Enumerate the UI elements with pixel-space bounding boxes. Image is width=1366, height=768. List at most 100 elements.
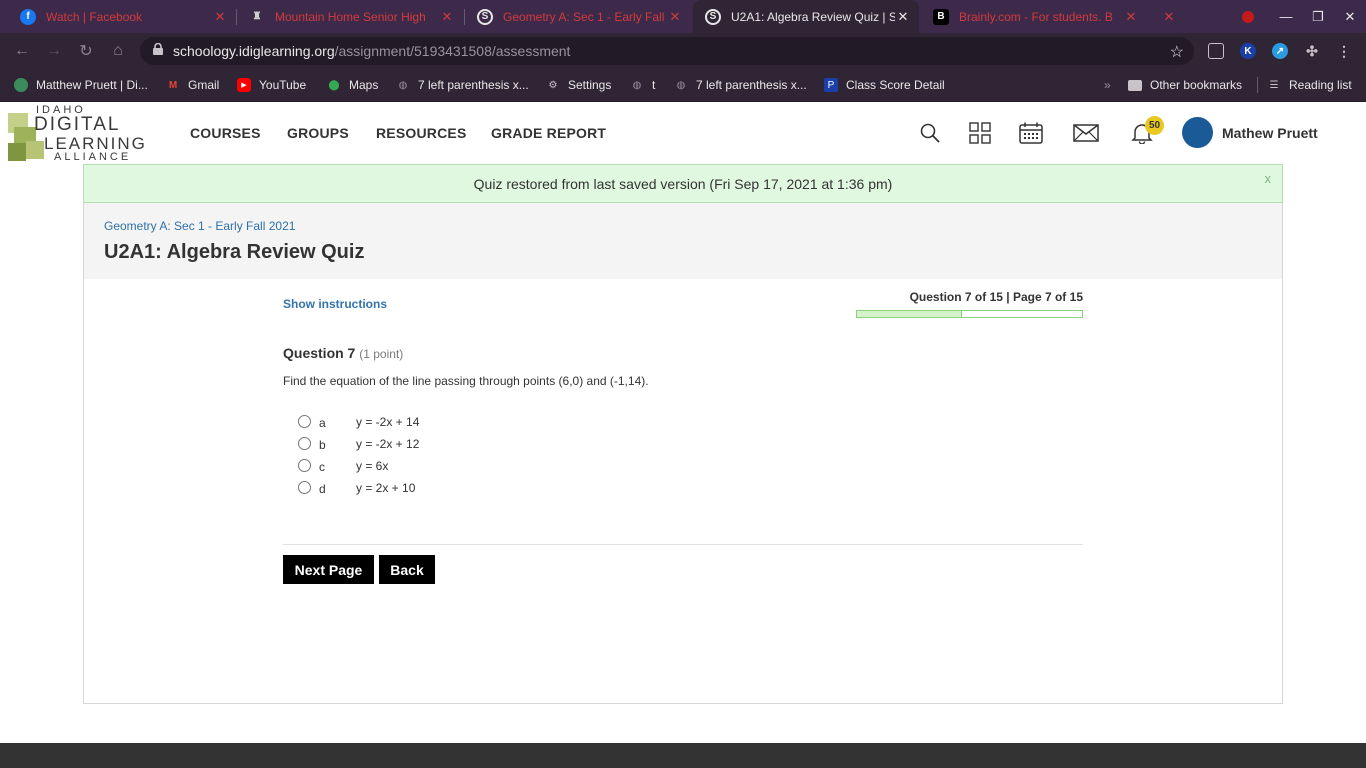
blue-extension-icon[interactable]: ↗ (1272, 43, 1288, 59)
shield-extension-icon[interactable] (1208, 43, 1224, 59)
choice-text[interactable]: y = -2x + 12 (356, 437, 419, 451)
minimize-icon[interactable]: — (1270, 0, 1302, 33)
bookmark-label: YouTube (259, 78, 307, 92)
close-tab-icon[interactable]: ✕ (212, 9, 228, 25)
mail-icon[interactable] (1072, 119, 1100, 147)
maps-icon: ⬤ (328, 79, 340, 91)
tab-title: Geometry A: Sec 1 - Early Fall (503, 9, 665, 24)
url-path: /assignment/5193431508/assessment (334, 43, 571, 59)
menu-kebab-icon[interactable]: ⋮ (1336, 43, 1352, 59)
puzzle-icon[interactable]: ✣ (1304, 43, 1320, 59)
bookmark-item[interactable]: ◍ 7 left parenthesis x... (674, 69, 807, 101)
bookmark-item[interactable]: M Gmail (166, 69, 220, 101)
new-tab-icon[interactable]: ✕ (1153, 0, 1185, 33)
avatar[interactable] (1182, 117, 1213, 148)
quiz-progress-bar (856, 310, 1083, 318)
radio-button[interactable] (298, 415, 311, 428)
tab-brainly[interactable]: B Brainly.com - For students. B ✕ (921, 0, 1147, 33)
youtube-icon: ▶ (237, 78, 251, 92)
choice-letter: a (319, 416, 326, 430)
question-points: (1 point) (359, 347, 404, 361)
bookmark-item[interactable]: P Class Score Detail (824, 69, 945, 101)
breadcrumb[interactable]: Geometry A: Sec 1 - Early Fall 2021 (104, 219, 295, 233)
reading-list-icon: ☰ (1269, 79, 1279, 91)
radio-button[interactable] (298, 437, 311, 450)
tab-title: U2A1: Algebra Review Quiz | S (731, 9, 895, 24)
reading-list[interactable]: ☰ Reading list (1267, 69, 1352, 101)
back-icon[interactable]: ← (10, 39, 34, 63)
search-icon[interactable] (916, 119, 944, 147)
notification-badge[interactable]: 50 (1145, 116, 1164, 135)
tab-title: Brainly.com - For students. B (959, 9, 1113, 24)
tab-geometry[interactable]: S Geometry A: Sec 1 - Early Fall ✕ (465, 0, 691, 33)
reading-list-label: Reading list (1289, 78, 1352, 92)
restore-icon[interactable]: ❐ (1302, 0, 1334, 33)
question-text: Find the equation of the line passing th… (283, 374, 649, 388)
bookmark-item[interactable]: ▶ YouTube (237, 69, 306, 101)
show-instructions-link[interactable]: Show instructions (283, 297, 387, 311)
bookmark-label: Settings (568, 78, 612, 92)
choice-letter: b (319, 438, 326, 452)
bookmark-item[interactable]: ⚙ Settings (546, 69, 612, 101)
calendar-icon[interactable] (1017, 119, 1045, 147)
schoology-icon: S (705, 8, 721, 25)
next-page-button[interactable]: Next Page (283, 555, 374, 584)
brainly-icon: B (933, 8, 949, 25)
quiz-progress-fill (857, 311, 962, 317)
school-icon: ♜ (252, 11, 262, 22)
close-tab-icon[interactable]: ✕ (667, 9, 683, 25)
lock-icon (153, 42, 163, 60)
reload-icon[interactable]: ↻ (74, 39, 98, 63)
page-title: U2A1: Algebra Review Quiz (104, 241, 365, 263)
nav-courses[interactable]: COURSES (190, 125, 261, 141)
choice-letter: c (319, 460, 325, 474)
idla-logo[interactable]: IDAHO DIGITAL LEARNING ALLIANCE (8, 104, 170, 163)
close-tab-icon[interactable]: ✕ (895, 9, 911, 25)
close-window-icon[interactable]: ✕ (1334, 0, 1366, 33)
home-icon[interactable]: ⌂ (106, 39, 130, 63)
apps-grid-icon[interactable] (966, 119, 994, 147)
address-bar[interactable]: schoology.idiglearning.org/assignment/51… (140, 37, 1194, 65)
tab-title: Mountain Home Senior High (275, 9, 426, 24)
bookmark-star-icon[interactable]: ☆ (1170, 42, 1184, 62)
radio-button[interactable] (298, 481, 311, 494)
bookmark-label: t (652, 78, 656, 92)
close-tab-icon[interactable]: ✕ (1123, 9, 1139, 25)
tab-title: Watch | Facebook (46, 9, 143, 24)
logo-line2: DIGITAL (34, 114, 121, 135)
choice-text[interactable]: y = -2x + 14 (356, 415, 419, 429)
forward-icon[interactable]: → (42, 39, 66, 63)
schoology-icon: S (477, 8, 493, 25)
more-bookmarks-icon[interactable]: » (1104, 69, 1111, 101)
back-button[interactable]: Back (379, 555, 435, 584)
close-icon[interactable]: x (1265, 171, 1272, 186)
browser-toolbar: ← → ↻ ⌂ schoology.idiglearning.org/assig… (0, 33, 1366, 69)
bookmark-item[interactable]: ◍ t (630, 69, 656, 101)
bookmark-item[interactable]: ◍ 7 left parenthesis x... (396, 69, 529, 101)
nav-resources[interactable]: RESOURCES (376, 125, 466, 141)
user-name[interactable]: Mathew Pruett (1222, 125, 1318, 141)
radio-button[interactable] (298, 459, 311, 472)
nav-grade-report[interactable]: GRADE REPORT (491, 125, 606, 141)
close-tab-icon[interactable]: ✕ (439, 9, 455, 25)
choice-text[interactable]: y = 2x + 10 (356, 481, 415, 495)
flash-text: Quiz restored from last saved version (F… (473, 175, 893, 192)
nav-groups[interactable]: GROUPS (287, 125, 349, 141)
bookmark-item[interactable]: ⬤ Maps (327, 69, 378, 101)
flash-message: Quiz restored from last saved version (F… (83, 164, 1283, 203)
bookmark-item[interactable]: Matthew Pruett | Di... (14, 69, 148, 101)
bookmarks-bar: Matthew Pruett | Di... M Gmail ▶ YouTube… (0, 69, 1366, 102)
tab-mountain-home[interactable]: ♜ Mountain Home Senior High ✕ (237, 0, 463, 33)
browser-tab-bar: f Watch | Facebook ✕ ♜ Mountain Home Sen… (0, 0, 1366, 33)
bookmark-label: 7 left parenthesis x... (696, 78, 807, 92)
globe-icon: ◍ (632, 79, 642, 91)
other-bookmarks[interactable]: Other bookmarks (1128, 69, 1242, 101)
tab-facebook[interactable]: f Watch | Facebook ✕ (8, 0, 236, 33)
choice-text[interactable]: y = 6x (356, 459, 388, 473)
site-header: IDAHO DIGITAL LEARNING ALLIANCE COURSES … (0, 103, 1366, 163)
k-extension-icon[interactable]: K (1240, 43, 1256, 59)
question-counter: Question 7 of 15 | Page 7 of 15 (909, 290, 1083, 304)
other-bookmarks-label: Other bookmarks (1150, 78, 1243, 92)
tab-algebra-quiz[interactable]: S U2A1: Algebra Review Quiz | S ✕ (693, 0, 919, 33)
course-header: Geometry A: Sec 1 - Early Fall 2021 U2A1… (84, 203, 1282, 279)
